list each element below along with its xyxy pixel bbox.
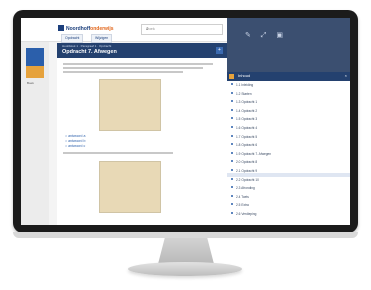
bullet-icon [231, 126, 233, 128]
top-bar: Noordhoffonderwijs Zoek ⌕ Opdracht Wijzi… [21, 18, 227, 43]
toc-item[interactable]: 2.2 Opdracht 10 [231, 177, 259, 182]
monitor-base [128, 262, 242, 276]
toc-item-label: 2.1 Opdracht 9 [236, 169, 258, 173]
bullet-icon [231, 143, 233, 146]
logo-mark-icon [58, 25, 64, 31]
page-title: Opdracht 7. Afwegen [62, 49, 117, 55]
right-header: ✎ ⤢ ▣ [227, 18, 350, 72]
toc-item[interactable]: 1.7 Opdracht 5 [231, 134, 258, 139]
toc-item[interactable]: 1.2 Starten [231, 91, 252, 96]
exercise-header: Hoofdstuk 1 · Paragraaf 1 · Opdracht Opd… [57, 43, 227, 58]
monitor-chin [13, 232, 358, 238]
search-icon[interactable]: ⌕ [146, 26, 219, 32]
toc-item-label: 2.3 Afronding [236, 186, 255, 191]
toc-item-label: 2.4 Toets [236, 194, 249, 199]
toc-item[interactable]: 2.1 Opdracht 9 [231, 169, 257, 173]
toc-item-label: 1.8 Opdracht 6 [236, 143, 258, 148]
button-wijzigen[interactable]: Wijzigen [91, 34, 113, 43]
bullet-icon [231, 151, 233, 154]
toc-item-label: 1.2 Starten [236, 91, 252, 96]
toc-item[interactable]: 1.1 Inleiding [231, 83, 253, 87]
text-line [63, 67, 203, 69]
toc-icon [229, 74, 234, 79]
book-cover-image[interactable] [26, 48, 44, 78]
toc-item-label: 1.9 Opdracht 7. Afwegen [236, 151, 272, 156]
toc-item[interactable]: 1.3 Opdracht 1 [231, 100, 257, 104]
toc-item-label: 2.0 Opdracht 8 [236, 160, 258, 165]
button-opdracht[interactable]: Opdracht [61, 34, 84, 43]
app-logo[interactable]: Noordhoffonderwijs [58, 25, 114, 32]
bullet-icon [231, 169, 233, 171]
toc-item-label: 1.7 Opdracht 5 [236, 134, 258, 139]
toc-item[interactable]: 2.3 Afronding [231, 186, 255, 190]
toc-item[interactable]: 2.0 Opdracht 8 [231, 160, 257, 164]
bullet-icon [231, 134, 233, 137]
search-input[interactable]: Zoek ⌕ [141, 24, 223, 35]
toc-item-label: 1.6 Opdracht 4 [236, 126, 258, 130]
answer-option[interactable]: ○ antwoord a [65, 134, 85, 138]
toc-item-label: 1.3 Opdracht 1 [236, 100, 258, 105]
answer-option[interactable]: ○ antwoord b [65, 139, 85, 143]
toc-title: Inhoud [238, 73, 251, 78]
toc-item-label: 1.4 Opdracht 2 [236, 108, 258, 113]
toc-item[interactable]: 2.5 Extra [231, 203, 249, 207]
bullet-icon [231, 91, 233, 94]
bullet-icon [231, 117, 233, 120]
logo-accent: onderwijs [90, 26, 114, 32]
exercise-content: Hoofdstuk 1 · Paragraaf 1 · Opdracht Opd… [57, 43, 227, 225]
bullet-icon [231, 100, 233, 103]
toc-item[interactable]: 1.4 Opdracht 2 [231, 108, 258, 113]
book-panel: Boek [21, 42, 49, 225]
bullet-icon [231, 160, 233, 163]
toc-header: Inhoud × [227, 72, 350, 81]
toc-item[interactable]: 1.5 Opdracht 3 [231, 117, 257, 121]
bullet-icon [231, 212, 233, 214]
bullet-icon [231, 203, 233, 206]
bullet-icon [231, 83, 233, 85]
add-icon[interactable]: + [216, 47, 223, 54]
monitor-neck [158, 238, 214, 264]
screen: Noordhoffonderwijs Zoek ⌕ Opdracht Wijzi… [21, 18, 350, 225]
illustration-image [99, 161, 161, 213]
close-icon[interactable]: × [345, 73, 347, 78]
illustration-image [99, 79, 161, 131]
toc-item-label: 1.5 Opdracht 3 [236, 117, 258, 122]
toc-item[interactable]: 2.4 Toets [231, 194, 249, 199]
toc-item[interactable]: 2.6 Verdieping [231, 212, 256, 216]
answer-option[interactable]: ○ antwoord c [65, 144, 85, 148]
bullet-icon [231, 194, 233, 197]
book-label: Boek [27, 81, 34, 85]
monitor-frame: Noordhoffonderwijs Zoek ⌕ Opdracht Wijzi… [13, 10, 358, 233]
toc-panel: Inhoud × 1.1 Inleiding 1.2 Starten 1.3 Opd… [227, 72, 350, 225]
toolbar-icons[interactable]: ✎ ⤢ ▣ [245, 31, 287, 40]
text-line [63, 63, 213, 65]
toc-item-label: 1.1 Inleiding [236, 83, 254, 87]
toc-item-label: 2.5 Extra [236, 203, 249, 208]
text-line [63, 152, 173, 154]
toc-item[interactable]: 1.8 Opdracht 6 [231, 143, 257, 147]
logo-text: Noordhoff [66, 26, 91, 32]
toc-item[interactable]: 1.6 Opdracht 4 [231, 126, 257, 130]
toc-item-label: 2.6 Verdieping [236, 212, 257, 216]
toc-item[interactable]: 1.9 Opdracht 7. Afwegen [231, 151, 272, 156]
breadcrumb[interactable]: Hoofdstuk 1 · Paragraaf 1 · Opdracht [62, 44, 111, 48]
toc-active-highlight [227, 173, 350, 177]
bullet-icon [231, 108, 233, 111]
text-line [63, 71, 183, 73]
toc-item-label: 2.2 Opdracht 10 [236, 177, 259, 182]
bullet-icon [231, 177, 233, 180]
bullet-icon [231, 186, 233, 189]
